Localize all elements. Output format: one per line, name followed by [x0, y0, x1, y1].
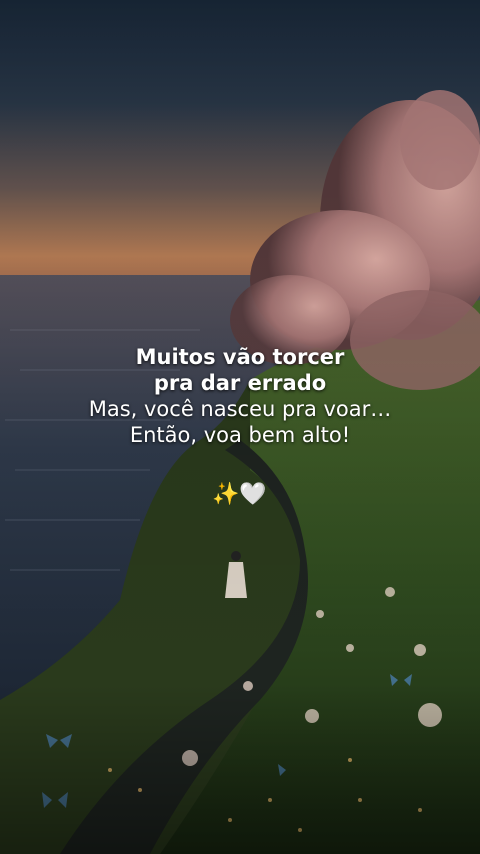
quote-line-3: Mas, você nasceu pra voar… [88, 397, 392, 421]
sparkle-heart-emoji: ✨🤍 [212, 482, 267, 507]
quote-line-1: Muitos vão torcer [135, 345, 345, 369]
quote-line-2: pra dar errado [153, 371, 327, 395]
quote-line-4: Então, voa bem alto! [129, 423, 351, 447]
quote-text: Muitos vão torcer pra dar errado Mas, vo… [0, 344, 480, 448]
